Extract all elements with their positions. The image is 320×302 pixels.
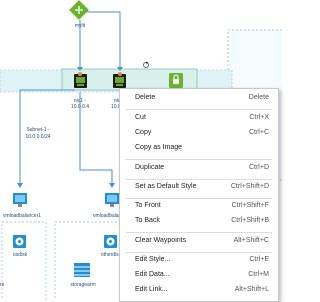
menu-item-label: Copy as Image: [135, 144, 183, 151]
menu-item-shortcut: Alt+Shift+L: [234, 286, 269, 293]
vm1-label: vmloadbalancer1: [2, 213, 42, 219]
selection-handle[interactable]: [118, 72, 122, 76]
menu-item-label: Edit Data...: [135, 271, 170, 278]
arrowhead-vm2: [109, 183, 115, 188]
menu-item-label: Delete: [135, 94, 156, 101]
subnet-label-line1: Subnet-1 -: [26, 127, 50, 133]
menu-separator: [126, 109, 272, 110]
group-vm1-dashed: [1, 221, 47, 300]
menu-item-copy-as-image[interactable]: Copy as Image: [120, 142, 278, 156]
menu-item-clear-waypoints[interactable]: Clear Waypoints Alt+Shift+C: [120, 235, 278, 249]
menu-item-label: Cut: [135, 114, 146, 121]
menu-separator: [126, 179, 272, 180]
menu-item-label: To Back: [135, 217, 160, 224]
menu-item-shortcut: Ctrl+X: [249, 114, 269, 121]
nic-icon[interactable]: [113, 74, 126, 88]
menu-item-shortcut: Ctrl+D: [248, 164, 269, 171]
menu-item-edit-data[interactable]: Edit Data... Ctrl+M: [120, 269, 278, 283]
menu-item-shortcut: Ctrl+M: [248, 271, 269, 278]
menu-item-shortcut: Ctrl+C: [248, 129, 269, 136]
menu-separator: [126, 232, 272, 233]
menu-item-edit-link[interactable]: Edit Link... Alt+Shift+L: [120, 284, 278, 298]
menu-item-label: Edit Style...: [135, 256, 171, 263]
menu-separator: [126, 159, 272, 160]
menu-item-shortcut: Ctrl+Shift+B: [231, 217, 269, 224]
menu-item-shortcut: Ctrl+Shift+F: [231, 202, 269, 209]
disk-icon[interactable]: [13, 235, 26, 248]
menu-item-shortcut: Alt+Shift+C: [233, 237, 269, 244]
storage-icon[interactable]: [74, 263, 90, 277]
disk-label: osdisk: [12, 252, 28, 258]
menu-item-shortcut: Delete: [248, 94, 269, 101]
menu-item-label: Edit Link...: [135, 286, 168, 293]
context-menu: Delete Delete Cut Ctrl+X Copy Ctrl+C Cop…: [119, 88, 279, 302]
refresh-icon[interactable]: [143, 61, 149, 68]
menu-item-cut[interactable]: Cut Ctrl+X: [120, 112, 278, 126]
selection-handle[interactable]: [78, 72, 82, 76]
top-node-label: mylit: [74, 23, 86, 29]
menu-item-to-front[interactable]: To Front Ctrl+Shift+F: [120, 200, 278, 214]
menu-item-label: To Front: [135, 202, 161, 209]
arrowhead-vm1: [17, 183, 23, 188]
menu-item-shortcut: Ctrl+E: [249, 256, 269, 263]
menu-item-edit-style[interactable]: Edit Style... Ctrl+E: [120, 254, 278, 268]
menu-item-set-default-style[interactable]: Set as Default Style Ctrl+Shift+D: [120, 181, 278, 195]
menu-item-copy[interactable]: Copy Ctrl+C: [120, 127, 278, 141]
vm-icon[interactable]: [13, 193, 27, 207]
menu-item-delete[interactable]: Delete Delete: [120, 92, 278, 106]
menu-item-label: Clear Waypoints: [135, 237, 187, 244]
menu-item-duplicate[interactable]: Duplicate Ctrl+D: [120, 162, 278, 176]
nic1-label-line2: 10.0.0.4: [70, 104, 90, 110]
vm-icon[interactable]: [105, 193, 119, 207]
left-edge-label: re: [0, 282, 5, 288]
subnet-label-line2: 10.0.0.0/24: [25, 134, 51, 140]
menu-item-label: Set as Default Style: [135, 183, 197, 190]
connector-top-right[interactable]: [86, 11, 121, 70]
disk-icon[interactable]: [104, 235, 117, 248]
menu-separator: [126, 198, 272, 199]
menu-item-to-back[interactable]: To Back Ctrl+Shift+B: [120, 215, 278, 229]
menu-item-label: Duplicate: [135, 164, 165, 171]
menu-separator: [126, 252, 272, 253]
storage-label: storagearm: [70, 282, 96, 288]
diamond-icon[interactable]: [69, 0, 89, 20]
group-vm2-dashed: [54, 221, 126, 300]
menu-item-label: Copy: [135, 129, 152, 136]
nic-icon[interactable]: [74, 74, 87, 88]
lock-icon[interactable]: [169, 73, 183, 88]
menu-item-shortcut: Ctrl+Shift+D: [230, 183, 269, 190]
